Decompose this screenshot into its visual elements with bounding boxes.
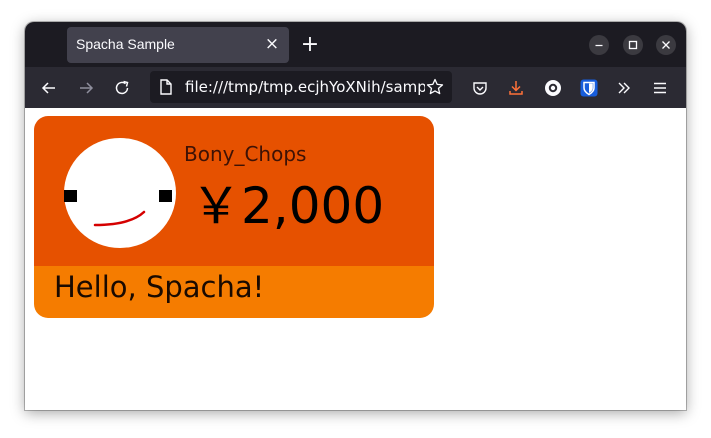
- bookmark-star-icon[interactable]: [426, 78, 444, 100]
- url-text: file:///tmp/tmp.ecjhYoXNih/sampl: [185, 78, 425, 96]
- page-content: Bony_Chops ￥2,000 Hello, Spacha!: [25, 108, 686, 410]
- close-window-icon[interactable]: [656, 35, 676, 55]
- page-icon: [159, 79, 173, 99]
- reload-icon[interactable]: [108, 74, 136, 102]
- download-icon[interactable]: [502, 74, 530, 102]
- back-arrow-icon[interactable]: [35, 74, 63, 102]
- pocket-icon[interactable]: [466, 74, 494, 102]
- bitwarden-icon[interactable]: [575, 74, 603, 102]
- navigation-toolbar: file:///tmp/tmp.ecjhYoXNih/sampl: [25, 67, 686, 109]
- tab-close-icon[interactable]: ×: [263, 35, 281, 53]
- minimize-icon[interactable]: [589, 35, 609, 55]
- spacha-card: Bony_Chops ￥2,000 Hello, Spacha!: [34, 116, 434, 318]
- extension-icon[interactable]: [539, 74, 567, 102]
- forward-arrow-icon[interactable]: [72, 74, 100, 102]
- card-header: Bony_Chops ￥2,000: [34, 116, 434, 266]
- card-message-area: Hello, Spacha!: [34, 266, 434, 318]
- maximize-icon[interactable]: [623, 35, 643, 55]
- more-tools-icon[interactable]: [610, 74, 638, 102]
- tab-spacha-sample[interactable]: Spacha Sample ×: [67, 27, 289, 63]
- username: Bony_Chops: [184, 142, 307, 166]
- tab-title: Spacha Sample: [76, 36, 175, 52]
- new-tab-button[interactable]: +: [299, 34, 321, 56]
- donation-message: Hello, Spacha!: [54, 270, 265, 304]
- browser-window: Spacha Sample × + file:///tmp/tmp.ecjhYo: [25, 22, 686, 410]
- tab-bar: Spacha Sample × +: [25, 22, 686, 67]
- donation-amount: ￥2,000: [191, 177, 385, 235]
- avatar: [60, 135, 184, 251]
- url-bar[interactable]: file:///tmp/tmp.ecjhYoXNih/sampl: [150, 71, 452, 103]
- menu-icon[interactable]: [646, 74, 674, 102]
